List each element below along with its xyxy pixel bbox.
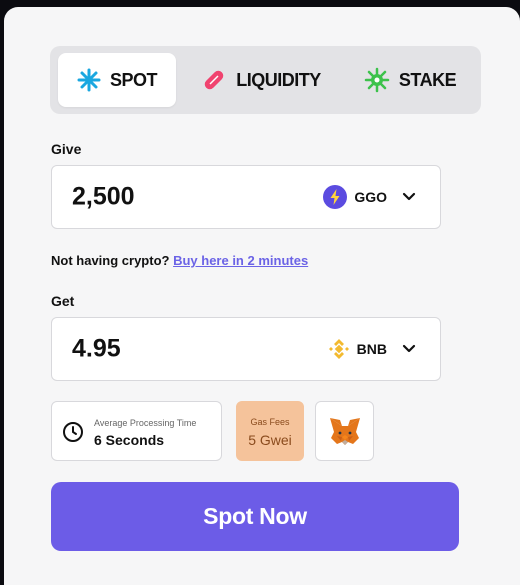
spot-now-button[interactable]: Spot Now [51,482,459,551]
buy-crypto-link[interactable]: Buy here in 2 minutes [173,253,308,268]
capsule-icon [205,70,224,90]
gas-fees-value: 5 Gwei [248,432,292,448]
get-label: Get [51,293,75,309]
get-token-label: BNB [356,341,387,357]
tab-spot[interactable]: SPOT [58,53,176,107]
gas-fees-box: Gas Fees 5 Gwei [236,401,304,461]
tab-spot-label: SPOT [109,69,158,90]
tab-liquidity-label: LIQUIDITY [236,69,321,90]
give-field: GGO [51,165,441,229]
give-token-label: GGO [354,189,387,205]
give-label: Give [51,141,82,157]
get-token-select[interactable]: BNB [328,338,416,360]
get-field: BNB [51,317,441,381]
tab-stake[interactable]: STAKE [350,53,470,107]
processing-time-caption: Average Processing Time [94,418,197,428]
chevron-down-icon [402,192,416,201]
get-amount-input[interactable] [72,334,272,364]
virus-icon [364,67,390,93]
processing-time-box: Average Processing Time 6 Seconds [51,401,222,461]
buy-crypto-text: Not having crypto? [51,253,170,268]
mode-tabs: SPOT LIQUIDITY STAKE [50,46,481,114]
bolt-icon [323,185,348,209]
buy-crypto-line: Not having crypto? Buy here in 2 minutes [51,253,308,268]
clock-icon [63,422,83,442]
tab-liquidity[interactable]: LIQUIDITY [186,53,336,107]
sparkle-icon [77,68,101,92]
gas-fees-caption: Gas Fees [250,417,290,427]
processing-time-value: 6 Seconds [94,432,165,448]
wallet-button[interactable] [315,401,374,461]
give-amount-input[interactable] [72,182,272,212]
chevron-down-icon [402,344,416,353]
bnb-icon [328,339,349,359]
tab-stake-label: STAKE [398,69,457,90]
metamask-fox-icon [330,418,360,445]
give-token-select[interactable]: GGO [323,185,416,209]
